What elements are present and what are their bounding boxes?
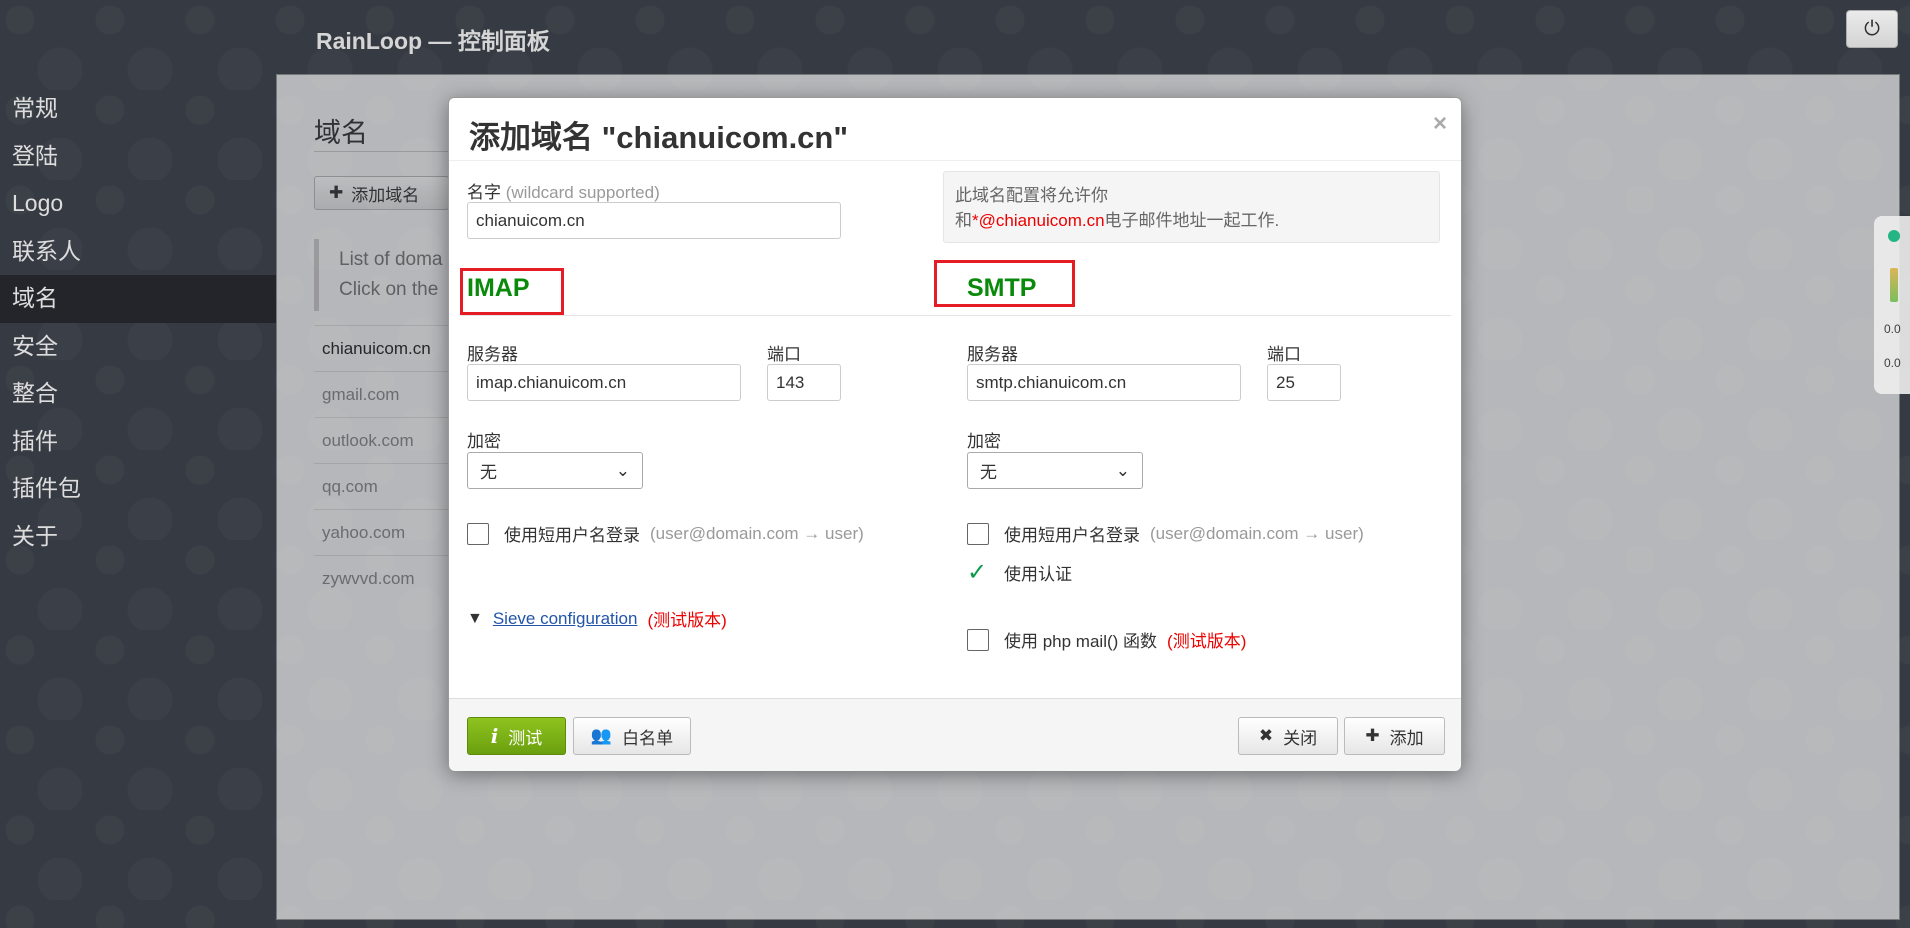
imap-port-label: 端口	[767, 345, 801, 364]
php-mail-checkbox[interactable]	[967, 628, 989, 651]
smtp-encryption-select[interactable]: 无 ⌄	[967, 452, 1143, 489]
imap-server-input[interactable]: imap.chianuicom.cn	[467, 364, 741, 401]
upload-speed: 0.0	[1884, 322, 1901, 336]
imap-short-login-label: 使用短用户名登录	[504, 526, 640, 545]
imap-encryption-select[interactable]: 无 ⌄	[467, 452, 643, 489]
status-dot-icon	[1888, 230, 1900, 242]
imap-encryption-label: 加密	[467, 432, 501, 451]
php-mail-beta-badge: (测试版本)	[1167, 632, 1247, 651]
imap-short-login-hint: (user@domain.com → user)	[650, 523, 864, 543]
users-icon: 👥	[590, 726, 613, 745]
imap-short-login-row[interactable]: 使用短用户名登录 (user@domain.com → user)	[467, 521, 864, 546]
smtp-auth-row[interactable]: ✓ 使用认证	[967, 560, 1072, 585]
note-prefix: 和	[955, 211, 972, 230]
header-divider	[449, 160, 1461, 161]
check-icon[interactable]: ✓	[967, 560, 989, 584]
name-label: 名字 (wildcard supported)	[467, 178, 660, 203]
name-hint: (wildcard supported)	[505, 183, 660, 202]
sieve-beta-badge: (测试版本)	[647, 611, 727, 630]
modal-title: 添加域名 "chianuicom.cn"	[469, 120, 849, 155]
close-button[interactable]: ✖ 关闭	[1238, 717, 1338, 755]
imap-server-label: 服务器	[467, 345, 518, 364]
whitelist-button-label: 白名单	[622, 728, 674, 748]
domain-note: 此域名配置将允许你 和*@chianuicom.cn电子邮件地址一起工作.	[943, 171, 1440, 243]
add-button-label: 添加	[1389, 728, 1424, 748]
sieve-configuration-link[interactable]: Sieve configuration	[493, 609, 638, 629]
close-button-label: 关闭	[1283, 728, 1318, 748]
smtp-encryption-label: 加密	[967, 432, 1001, 451]
smtp-highlight-frame	[934, 260, 1075, 307]
protocol-divider	[461, 315, 1451, 316]
info-icon: i	[490, 724, 499, 748]
close-x-icon: ✖	[1258, 726, 1274, 745]
smtp-server-input[interactable]: smtp.chianuicom.cn	[967, 364, 1241, 401]
smtp-port-label: 端口	[1267, 345, 1301, 364]
modal-footer: i 测试 👥 白名单 ✖ 关闭 ✚ 添加	[449, 698, 1461, 771]
smtp-short-login-hint: (user@domain.com → user)	[1150, 523, 1364, 543]
name-label-text: 名字	[467, 183, 501, 202]
download-speed: 0.0	[1884, 356, 1901, 370]
imap-port-input[interactable]: 143	[767, 364, 841, 401]
chevron-down-icon: ⌄	[1115, 460, 1130, 480]
test-button-label: 测试	[508, 728, 543, 748]
test-button[interactable]: i 测试	[467, 717, 566, 755]
whitelist-button[interactable]: 👥 白名单	[573, 717, 691, 755]
imap-encryption-value: 无	[480, 463, 497, 482]
plus-icon: ✚	[1365, 726, 1380, 745]
chevron-down-icon: ⌄	[615, 460, 630, 480]
imap-short-login-checkbox[interactable]	[467, 522, 489, 545]
note-line: 和*@chianuicom.cn电子邮件地址一起工作.	[955, 208, 1428, 233]
smtp-encryption-value: 无	[980, 463, 997, 482]
php-mail-row[interactable]: 使用 php mail() 函数 (测试版本)	[967, 627, 1246, 652]
load-bar-icon	[1890, 268, 1898, 302]
name-input[interactable]: chianuicom.cn	[467, 202, 841, 239]
smtp-short-login-label: 使用短用户名登录	[1004, 526, 1140, 545]
add-domain-modal: 添加域名 "chianuicom.cn" × 名字 (wildcard supp…	[448, 97, 1462, 771]
smtp-short-login-checkbox[interactable]	[967, 522, 989, 545]
note-domain: *@chianuicom.cn	[972, 211, 1105, 230]
close-icon[interactable]: ×	[1433, 110, 1447, 138]
php-mail-label: 使用 php mail() 函数	[1004, 632, 1158, 651]
filter-icon: ▼	[467, 609, 483, 627]
smtp-server-label: 服务器	[967, 345, 1018, 364]
imap-highlight-frame	[460, 268, 564, 315]
network-speed-widget: 0.0 0.0	[1874, 216, 1910, 394]
add-button[interactable]: ✚ 添加	[1344, 717, 1445, 755]
sieve-row: ▼ Sieve configuration (测试版本)	[467, 606, 727, 631]
note-line: 此域名配置将允许你	[955, 186, 1108, 205]
smtp-short-login-row[interactable]: 使用短用户名登录 (user@domain.com → user)	[967, 521, 1364, 546]
note-suffix: 电子邮件地址一起工作.	[1104, 211, 1280, 230]
smtp-auth-label: 使用认证	[1004, 565, 1072, 584]
smtp-port-input[interactable]: 25	[1267, 364, 1341, 401]
